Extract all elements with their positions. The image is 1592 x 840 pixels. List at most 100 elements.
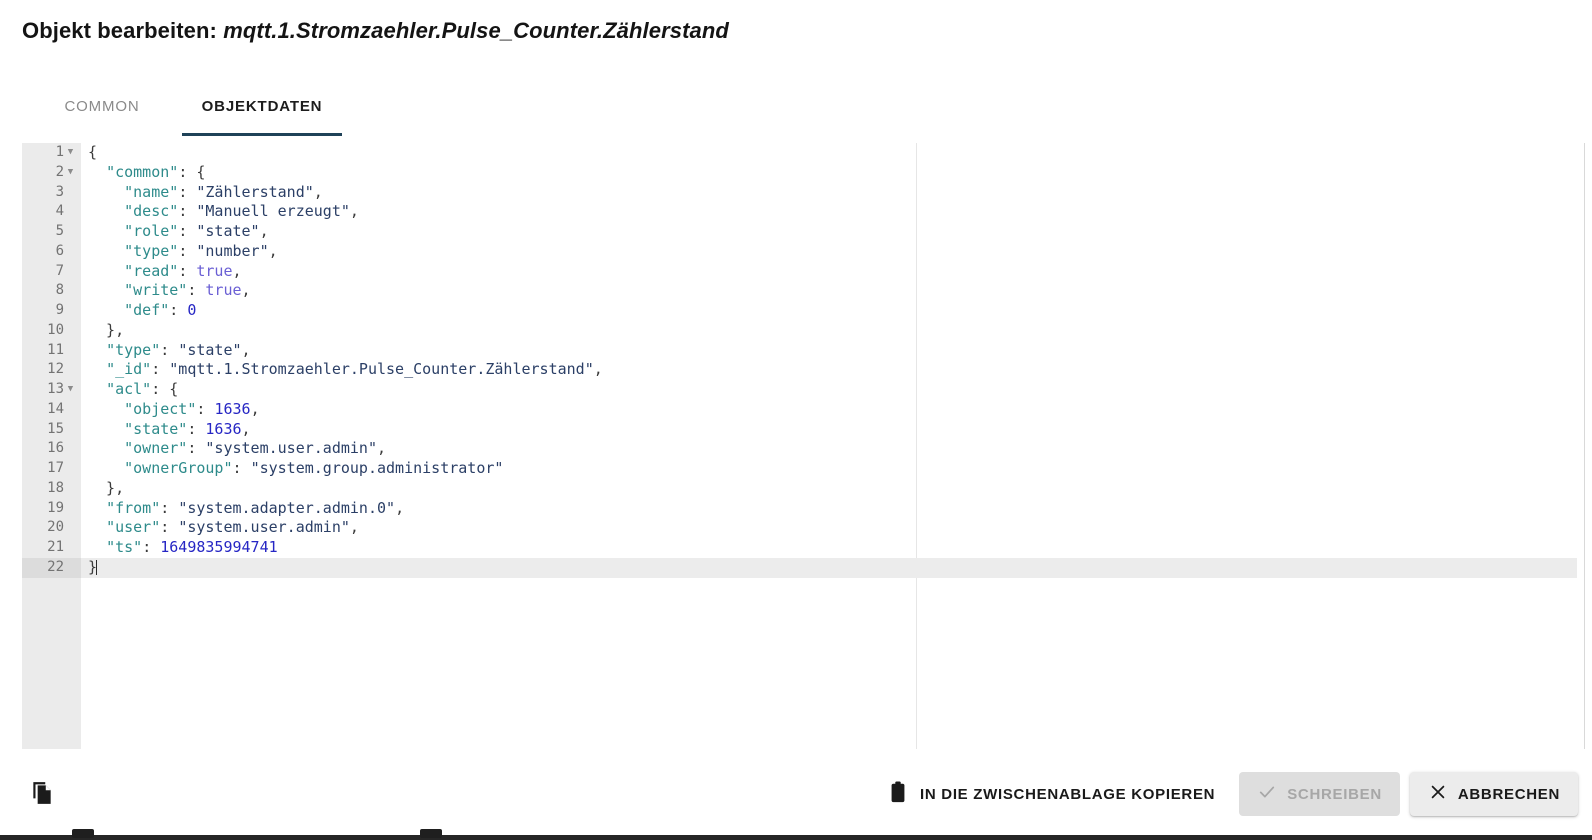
json-token-punct: , (377, 439, 387, 458)
gutter-line-number[interactable]: 21▼ (22, 538, 81, 558)
json-token-str: "system.user.admin" (205, 439, 377, 458)
code-line[interactable]: "acl": { (81, 380, 1584, 400)
json-token-punct: : (151, 360, 170, 379)
json-token-key: "from" (106, 498, 161, 517)
line-number: 9 (55, 302, 64, 318)
json-token-str: "state" (178, 340, 242, 359)
copy-to-clipboard-button[interactable]: IN DIE ZWISCHENABLAGE KOPIEREN (874, 773, 1229, 815)
save-button[interactable]: SCHREIBEN (1239, 772, 1400, 816)
taskbar-item-1[interactable] (72, 829, 94, 838)
line-number: 15 (47, 420, 64, 437)
line-number: 10 (47, 321, 64, 338)
code-line[interactable]: "def": 0 (81, 301, 1584, 321)
code-line[interactable]: "object": 1636, (81, 400, 1584, 420)
line-number: 7 (55, 262, 64, 279)
tab-common[interactable]: COMMON (22, 84, 182, 128)
gutter-line-number[interactable]: 17▼ (22, 459, 81, 479)
gutter-line-number[interactable]: 8▼ (22, 281, 81, 301)
page-title: Objekt bearbeiten: mqtt.1.Stromzaehler.P… (22, 18, 729, 44)
json-token-punct (88, 420, 124, 438)
code-line[interactable]: }, (81, 479, 1584, 499)
gutter-line-number[interactable]: 4▼ (22, 202, 81, 222)
json-token-key: "object" (124, 399, 197, 418)
code-line[interactable]: "name": "Zählerstand", (81, 183, 1584, 203)
gutter-line-number[interactable]: 18▼ (22, 479, 81, 499)
json-token-key: "state" (124, 419, 188, 438)
gutter-line-number[interactable]: 19▼ (22, 499, 81, 519)
gutter-line-number[interactable]: 6▼ (22, 242, 81, 262)
code-line[interactable]: } (81, 557, 1577, 578)
code-line[interactable]: "ownerGroup": "system.group.administrato… (81, 459, 1584, 479)
json-token-key: "read" (124, 261, 179, 280)
json-token-punct (88, 183, 124, 201)
gutter-line-number[interactable]: 15▼ (22, 420, 81, 440)
json-token-punct (88, 439, 124, 457)
line-number: 3 (55, 183, 64, 200)
json-token-key: "acl" (106, 380, 152, 398)
code-line[interactable]: "from": "system.adapter.admin.0", (81, 499, 1584, 519)
json-token-punct (88, 538, 106, 556)
gutter-line-number[interactable]: 13 ▼ (22, 380, 81, 400)
code-line[interactable]: "type": "state", (81, 341, 1584, 361)
gutter-line-number[interactable]: 1 ▼ (22, 143, 81, 163)
code-line[interactable]: "_id": "mqtt.1.Stromzaehler.Pulse_Counte… (81, 360, 1584, 380)
tab-active-underline (22, 133, 182, 136)
code-line[interactable]: "common": { (81, 163, 1584, 183)
json-token-punct: : (232, 459, 251, 477)
taskbar-item-2[interactable] (420, 829, 442, 838)
code-line[interactable]: "type": "number", (81, 242, 1584, 262)
gutter-line-number[interactable]: 3▼ (22, 183, 81, 203)
json-token-punct (88, 400, 124, 418)
code-line[interactable]: { (81, 143, 1584, 163)
fold-toggle-icon[interactable]: ▼ (64, 148, 77, 157)
json-token-punct (88, 499, 106, 517)
json-token-key: "_id" (106, 360, 152, 379)
gutter-line-number[interactable]: 22▼ (22, 557, 81, 578)
json-token-key: "owner" (124, 439, 188, 458)
json-token-key: "ts" (106, 538, 143, 556)
json-token-punct: , (349, 202, 359, 221)
gutter-line-number[interactable]: 7▼ (22, 262, 81, 282)
json-token-punct: }, (88, 478, 125, 497)
code-line[interactable]: "read": true, (81, 262, 1584, 282)
gutter-line-number[interactable]: 20▼ (22, 518, 81, 538)
code-line[interactable]: }, (81, 321, 1584, 341)
gutter-line-number[interactable]: 10▼ (22, 321, 81, 341)
gutter-line-number[interactable]: 11▼ (22, 341, 81, 361)
gutter-line-number[interactable]: 16▼ (22, 439, 81, 459)
taskbar-edge (0, 835, 1592, 840)
json-token-punct: : { (178, 162, 206, 181)
json-code-editor[interactable]: 1▼2▼3▼4▼5▼6▼7▼8▼9▼10▼11▼12▼13▼14▼15▼16▼1… (22, 143, 1585, 749)
code-line[interactable]: "user": "system.user.admin", (81, 518, 1584, 538)
fold-toggle-icon[interactable]: ▼ (64, 168, 77, 177)
gutter-line-number[interactable]: 12▼ (22, 360, 81, 380)
json-token-str: "system.adapter.admin.0" (178, 498, 396, 517)
code-line[interactable]: "owner": "system.user.admin", (81, 439, 1584, 459)
code-line[interactable]: "write": true, (81, 281, 1584, 301)
json-token-key: "type" (124, 241, 179, 260)
tab-objektdaten[interactable]: OBJEKTDATEN (182, 84, 342, 136)
code-line[interactable]: "role": "state", (81, 222, 1584, 242)
save-button-label: SCHREIBEN (1287, 785, 1382, 803)
json-token-str: "number" (196, 241, 269, 260)
gutter-line-number[interactable]: 5▼ (22, 222, 81, 242)
line-number: 6 (55, 242, 64, 259)
code-line[interactable]: "state": 1636, (81, 420, 1584, 440)
code-line[interactable]: "ts": 1649835994741 (81, 538, 1584, 558)
copy-pages-icon-button[interactable] (24, 776, 60, 812)
gutter-line-number[interactable]: 14▼ (22, 400, 81, 420)
json-token-punct (88, 459, 124, 477)
json-token-key: "common" (106, 162, 179, 181)
code-line[interactable]: "desc": "Manuell erzeugt", (81, 202, 1584, 222)
json-token-punct (88, 341, 106, 359)
gutter-line-number[interactable]: 2 ▼ (22, 163, 81, 183)
cancel-button[interactable]: ABBRECHEN (1409, 772, 1578, 816)
editor-code-area[interactable]: { "common": { "name": "Zählerstand", "de… (81, 143, 1584, 749)
fold-toggle-icon[interactable]: ▼ (64, 385, 77, 394)
check-icon (1257, 782, 1277, 806)
gutter-line-number[interactable]: 9▼ (22, 301, 81, 321)
line-number: 22 (47, 558, 64, 575)
json-token-punct: : (160, 340, 179, 359)
json-token-key: "type" (106, 340, 161, 359)
json-token-num: 1636 (214, 399, 251, 418)
